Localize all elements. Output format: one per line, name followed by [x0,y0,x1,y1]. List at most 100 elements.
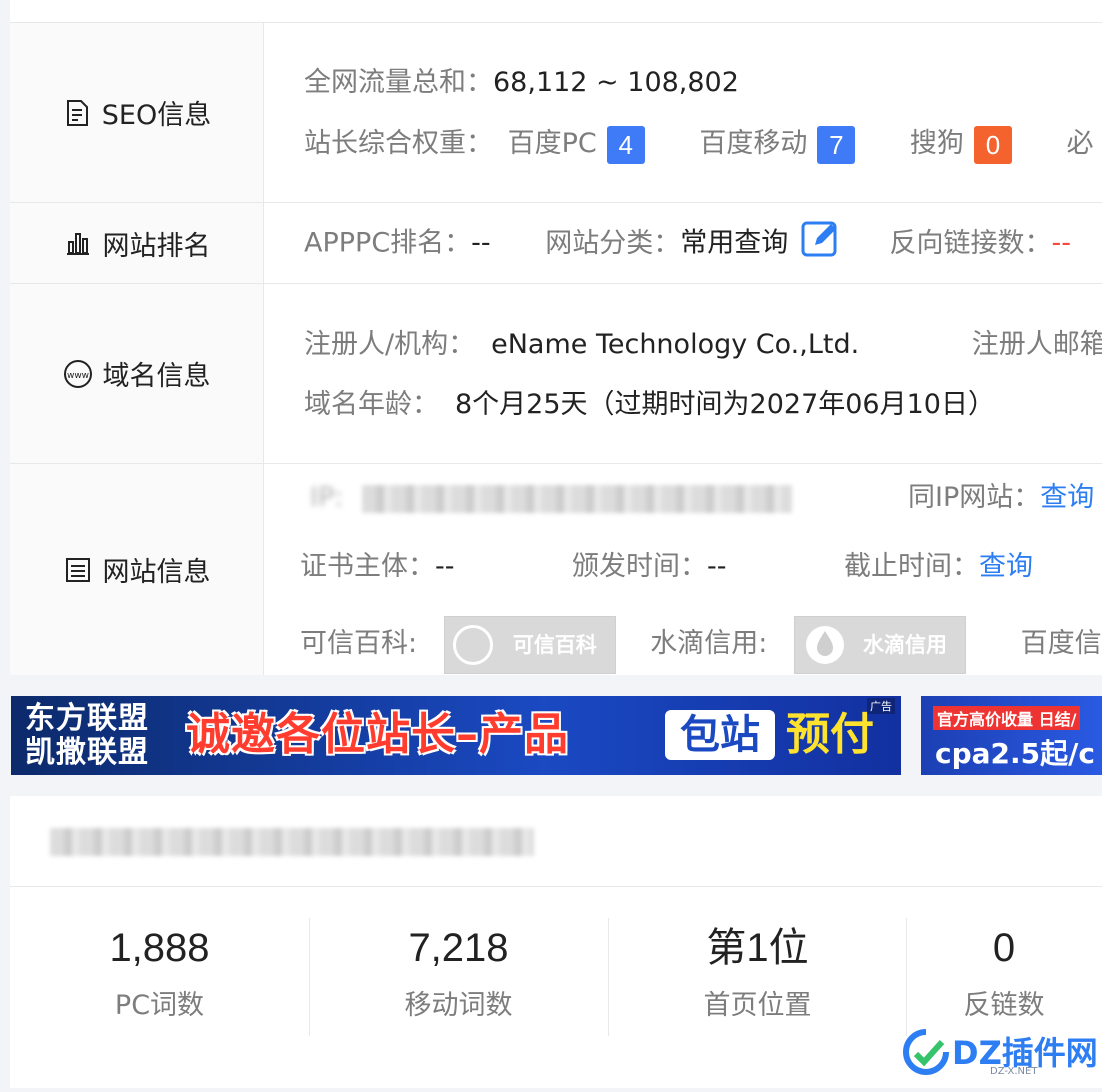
issue-time-line: 颁发时间：-- [572,547,727,587]
cert-subject-label: 证书主体： [300,551,435,582]
banner-left-line2: 凯撒联盟 [25,735,149,770]
ad-banner-dongfang[interactable]: 东方联盟 凯撒联盟 诚邀各位站长–产品 包站 预付 广告 [11,696,901,775]
document-icon [62,98,92,128]
dz-watermark: DZ插件网 DZ-X.NET [900,1026,1100,1082]
stat-pc-keywords: 1,888 PC词数 [10,916,309,1036]
weight-baidu-mobile-badge[interactable]: 7 [817,125,856,164]
apppc-value: -- [471,227,491,259]
stat-backlinks: 0 反链数 [906,916,1102,1036]
expire-time-label: 截止时间： [844,551,979,582]
watermark-sub: DZ-X.NET [990,1066,1038,1077]
weight-bing-label: 必 [1066,128,1094,159]
registrant-label: 注册人/机构： [304,329,476,360]
website-info-label: 网站信息 [102,557,211,588]
registrant-line: 注册人/机构： eName Technology Co.,Ltd. 注册人邮箱 [304,325,1102,365]
traffic-line: 全网流量总和：68,112 ~ 108,802 [304,63,739,103]
cert-line: 证书主体：-- [300,547,455,587]
seal-icon [452,624,493,665]
weight-baidu-pc-badge[interactable]: 4 [606,125,645,164]
registrant-email-label: 注册人邮箱 [971,329,1102,360]
cert-subject-value: -- [435,551,455,582]
traffic-label: 全网流量总和： [304,67,493,98]
shuidi-label: 水滴信用: [650,628,768,659]
svg-text:www: www [66,371,88,381]
expire-time-line: 截止时间：查询 [844,547,1033,587]
seo-info-label: SEO信息 [101,100,212,131]
banner2-bottom-text: cpa2.5起/c [935,737,1095,770]
stat-homepage-position: 第1位 首页位置 [608,916,907,1036]
weight-baidu-mobile-label: 百度移动 [699,128,808,159]
weight-baidu-pc-label: 百度PC [507,128,597,159]
baidu-credit-label: 百度信誉 [1020,628,1102,659]
seo-info-content: 全网流量总和：68,112 ~ 108,802 站长综合权重： 百度PC 4 百度… [300,23,1102,202]
category-label: 网站分类： [545,227,681,259]
apppc-label: APPPC排名： [304,227,472,259]
ip-line: IP: [310,478,792,518]
domain-info-label: 域名信息 [102,361,211,392]
weight-line: 站长综合权重： 百度PC 4 百度移动 7 搜狗 0 必 [304,124,1094,164]
website-info-content: IP: 同IP网站：查询 证书主体：-- 颁发时间：-- 截止时间：查询 可信百… [300,464,1102,675]
ad-banner-cpa[interactable]: 官方高价收量 日结/ cpa2.5起/c [921,696,1102,775]
stat-caption: 反链数 [963,990,1045,1021]
stat-caption: PC词数 [114,990,205,1021]
ip-value-blurred [361,484,792,513]
expire-time-query-link[interactable]: 查询 [979,551,1033,582]
kexin-badge[interactable]: 可信百科 [443,615,616,674]
registrant-value: eName Technology Co.,Ltd. [491,329,860,360]
banner-left-text: 东方联盟 凯撒联盟 [25,702,149,770]
site-info-card: SEO信息 全网流量总和：68,112 ~ 108,802 站长综合权重： 百度… [10,0,1102,675]
traffic-value: 68,112 ~ 108,802 [493,67,739,98]
stats-card-header [10,796,1102,887]
backlinks-value: -- [1051,227,1071,259]
bar-chart-icon [63,228,93,258]
row-label: 网站排名 [10,203,264,283]
kexin-label: 可信百科: [300,628,418,659]
stat-value: 第1位 [706,926,809,970]
weight-sogou-badge[interactable]: 0 [973,125,1012,164]
domain-age-label: 域名年龄： [304,389,439,420]
banner-left-line1: 东方联盟 [25,701,149,736]
site-url-blurred [50,828,534,856]
domain-info-row: www 域名信息 注册人/机构： eName Technology Co.,Ltd… [10,284,1102,464]
issue-time-value: -- [707,551,727,582]
edit-icon[interactable] [801,219,841,269]
website-info-row: 网站信息 IP: 同IP网站：查询 证书主体：-- 颁发时间：-- 截止时间：查… [10,464,1102,675]
www-icon: www [63,359,93,389]
banner-pill-text: 包站 [665,710,775,760]
ad-tag: 广告 [867,698,895,714]
stat-caption: 首页位置 [703,990,812,1021]
watermark-logo-icon [902,1028,950,1080]
category-value: 常用查询 [680,227,789,259]
stat-mobile-keywords: 7,218 移动词数 [309,916,608,1036]
domain-age-value: 8个月25天（过期时间为2027年06月10日） [455,389,995,420]
site-rank-content: APPPC排名：-- 网站分类：常用查询 反向链接数：-- [300,203,1102,283]
backlinks-label: 反向链接数： [889,227,1052,259]
water-drop-icon [805,623,845,676]
banner-yellow-text: 预付 [786,709,874,760]
rank-line: APPPC排名：-- 网站分类：常用查询 反向链接数：-- [304,219,1071,259]
domain-info-content: 注册人/机构： eName Technology Co.,Ltd. 注册人邮箱 域… [300,284,1102,463]
ip-label: IP: [310,482,344,513]
stat-value: 0 [992,926,1016,970]
site-rank-row: 网站排名 APPPC排名：-- 网站分类：常用查询 反向链接数：-- [10,203,1102,284]
row-label: 网站信息 [10,464,264,675]
issue-time-label: 颁发时间： [572,551,707,582]
list-doc-icon [63,555,93,585]
weight-sogou-label: 搜狗 [909,128,964,159]
seo-info-row: SEO信息 全网流量总和：68,112 ~ 108,802 站长综合权重： 百度… [10,23,1102,203]
site-rank-label: 网站排名 [102,230,211,262]
row-label: SEO信息 [10,23,264,202]
same-ip-query-link[interactable]: 查询 [1040,482,1094,513]
stat-caption: 移动词数 [404,990,513,1021]
shuidi-badge[interactable]: 水滴信用 [794,615,966,676]
banner-main-text: 诚邀各位站长–产品 [186,709,569,760]
banner2-top-text: 官方高价收量 日结/ [933,706,1081,730]
stat-value: 7,218 [408,926,509,970]
domain-age-line: 域名年龄： 8个月25天（过期时间为2027年06月10日） [304,385,995,425]
credit-line: 可信百科: 可信百科 水滴信用: 水滴信用 百度信誉 [300,614,1102,674]
card-top-strip [10,0,1102,23]
row-label: www 域名信息 [10,284,264,463]
weight-label: 站长综合权重： [304,128,493,159]
stat-value: 1,888 [109,926,210,970]
same-ip-line: 同IP网站：查询 [908,478,1094,518]
